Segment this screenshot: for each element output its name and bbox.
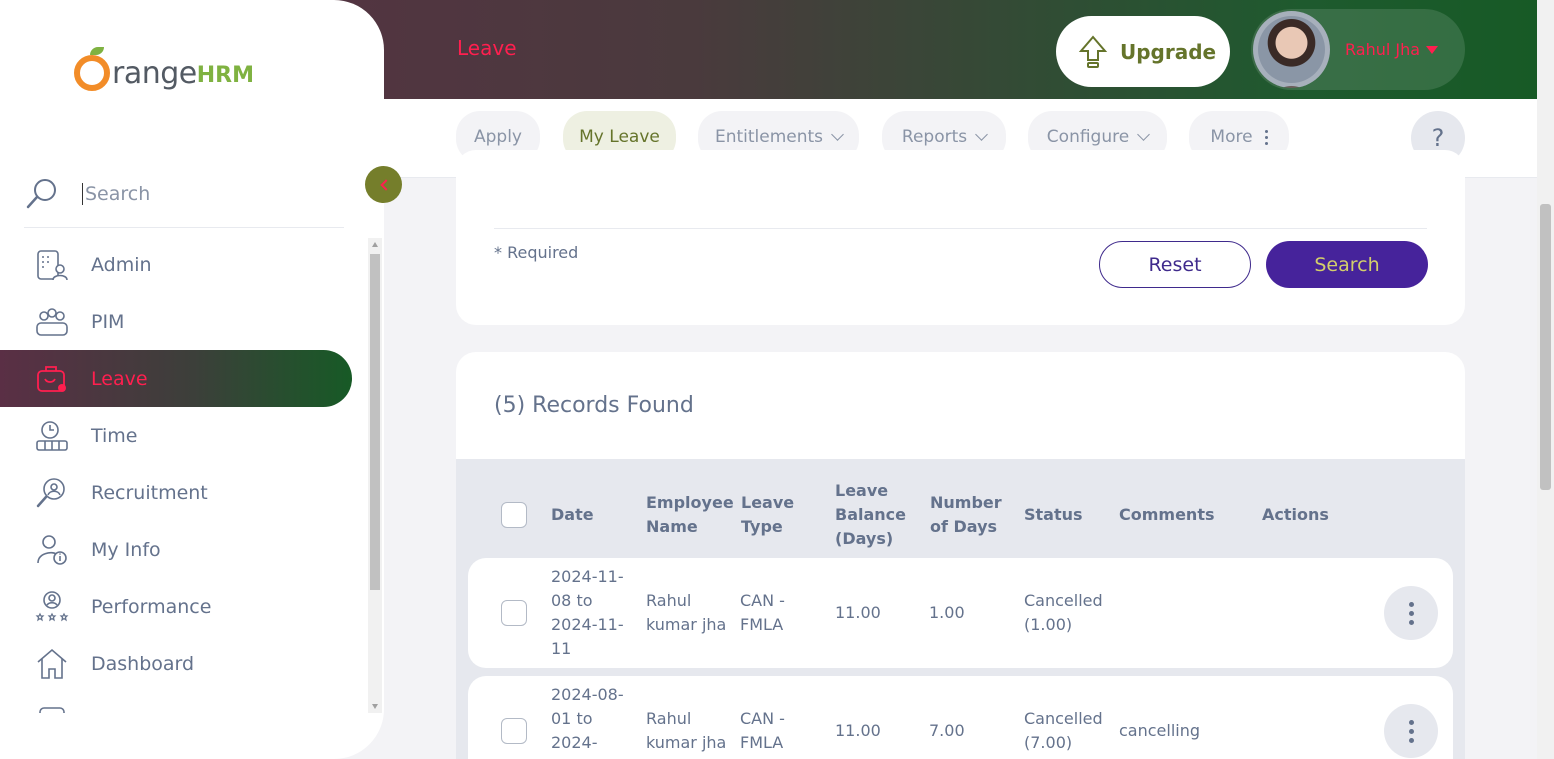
filter-card: * Required Reset Search [456, 150, 1465, 325]
logo-text: range [112, 55, 197, 91]
cell-date: 2024-11-08 to 2024-11-11 [551, 567, 624, 658]
sidebar-item-label: Time [91, 424, 138, 447]
cell-days: 1.00 [929, 603, 965, 622]
sidebar-scrollbar-thumb[interactable] [370, 254, 380, 590]
chevron-left-icon [379, 178, 392, 191]
tab-reports-label: Reports [901, 127, 968, 147]
tab-more-label: More [1210, 127, 1253, 147]
records-card: (5) Records Found Date Employee Name Lea… [456, 352, 1465, 759]
sidebar-item-leave[interactable]: Leave [0, 350, 352, 407]
sidebar-item-label: PIM [91, 310, 125, 333]
orangehrm-logo: range HRM [74, 47, 254, 98]
sidebar-search [24, 160, 344, 228]
reset-button[interactable]: Reset [1099, 241, 1251, 288]
sidebar-item-label: Leave [91, 367, 148, 390]
sidebar-item-performance[interactable]: Performance [0, 578, 352, 635]
sidebar-item-label: Admin [91, 253, 152, 276]
chevron-down-icon [1137, 128, 1151, 141]
column-header-status: Status [1024, 505, 1083, 524]
scroll-down-icon[interactable] [372, 704, 378, 709]
table-row: 2024-08-01 to 2024- Rahul kumar jha CAN … [468, 676, 1453, 759]
sidebar-item-my-info[interactable]: My Info [0, 521, 352, 578]
column-header-actions: Actions [1262, 505, 1329, 524]
sidebar-item-dashboard[interactable]: Dashboard [0, 635, 352, 692]
cell-employee: Rahul kumar jha [646, 591, 727, 634]
admin-icon [34, 247, 70, 283]
orange-logo-icon [74, 47, 110, 91]
sidebar-item-recruitment[interactable]: Recruitment [0, 464, 352, 521]
row-checkbox[interactable] [501, 718, 527, 744]
records-found-label: (5) Records Found [494, 393, 694, 418]
cell-date: 2024-08-01 to 2024- [551, 685, 624, 752]
caret-down-icon [1426, 45, 1439, 54]
module-title: Leave [457, 36, 517, 60]
row-actions-button[interactable] [1384, 586, 1438, 640]
time-icon [34, 418, 70, 454]
sidebar-item-label: My Info [91, 538, 161, 561]
cell-comments: cancelling [1119, 721, 1201, 740]
chevron-down-icon [831, 128, 844, 141]
upgrade-label: Upgrade [1120, 39, 1217, 64]
search-button[interactable]: Search [1266, 241, 1428, 288]
sidebar-item-label: Dashboard [91, 652, 195, 675]
cell-employee: Rahul kumar jha [646, 709, 727, 752]
table-row: 2024-11-08 to 2024-11-11 Rahul kumar jha… [468, 558, 1453, 668]
cell-status: Cancelled (1.00) [1024, 591, 1103, 634]
sidebar-item-admin[interactable]: Admin [0, 236, 352, 293]
sidebar: range HRM Admin PIM Leave Time [0, 0, 384, 759]
user-name: Rahul Jha [1345, 40, 1421, 59]
tab-configure-label: Configure [1046, 127, 1130, 147]
records-table: Date Employee Name Leave Type Leave Bala… [456, 459, 1465, 759]
cell-days: 7.00 [929, 721, 965, 740]
recruitment-icon [34, 475, 70, 511]
cell-status: Cancelled (7.00) [1024, 709, 1103, 752]
column-header-leave-balance: Leave Balance (Days) [835, 481, 906, 548]
cell-balance: 11.00 [835, 721, 881, 740]
leave-icon [34, 361, 70, 397]
divider [494, 228, 1427, 229]
row-actions-button[interactable] [1384, 704, 1438, 758]
search-icon [26, 178, 56, 208]
sidebar-item-pim[interactable]: PIM [0, 293, 352, 350]
column-header-leave-type: Leave Type [741, 493, 795, 536]
pim-icon [34, 304, 70, 340]
cell-leave-type: CAN - FMLA [740, 591, 785, 634]
column-header-number-of-days: Number of Days [930, 493, 1002, 536]
cell-balance: 11.00 [835, 603, 881, 622]
scroll-up-icon[interactable] [372, 242, 378, 247]
logo-suffix: HRM [196, 62, 254, 88]
tab-apply-label: Apply [474, 127, 522, 147]
column-header-date: Date [551, 505, 594, 524]
performance-icon [34, 589, 70, 625]
row-checkbox[interactable] [501, 600, 527, 626]
avatar [1253, 11, 1330, 88]
my-info-icon [34, 532, 70, 568]
column-header-comments: Comments [1119, 505, 1215, 524]
select-all-checkbox[interactable] [501, 502, 527, 528]
sidebar-scrollbar[interactable] [368, 238, 382, 713]
chevron-down-icon [975, 128, 988, 141]
tab-my-leave-label: My Leave [579, 127, 660, 147]
column-header-employee-name: Employee Name [646, 493, 734, 536]
page-scrollbar-thumb[interactable] [1540, 204, 1551, 490]
user-dropdown[interactable]: Rahul Jha [1251, 9, 1465, 90]
upgrade-icon [1078, 34, 1108, 68]
sidebar-item-label: Performance [91, 595, 212, 618]
upgrade-button[interactable]: Upgrade [1056, 16, 1230, 87]
dashboard-icon [34, 646, 70, 682]
sidebar-item-partial[interactable] [0, 692, 352, 713]
sidebar-collapse-button[interactable] [365, 166, 402, 203]
tab-entitlements-label: Entitlements [714, 127, 824, 147]
sidebar-search-input[interactable] [82, 182, 302, 205]
directory-icon [34, 704, 70, 713]
cell-leave-type: CAN - FMLA [740, 709, 785, 752]
page-scrollbar[interactable] [1537, 0, 1554, 759]
sidebar-item-time[interactable]: Time [0, 407, 352, 464]
sidebar-item-label: Recruitment [91, 481, 208, 504]
more-vertical-icon [1264, 129, 1268, 145]
required-note: * Required [494, 243, 579, 262]
